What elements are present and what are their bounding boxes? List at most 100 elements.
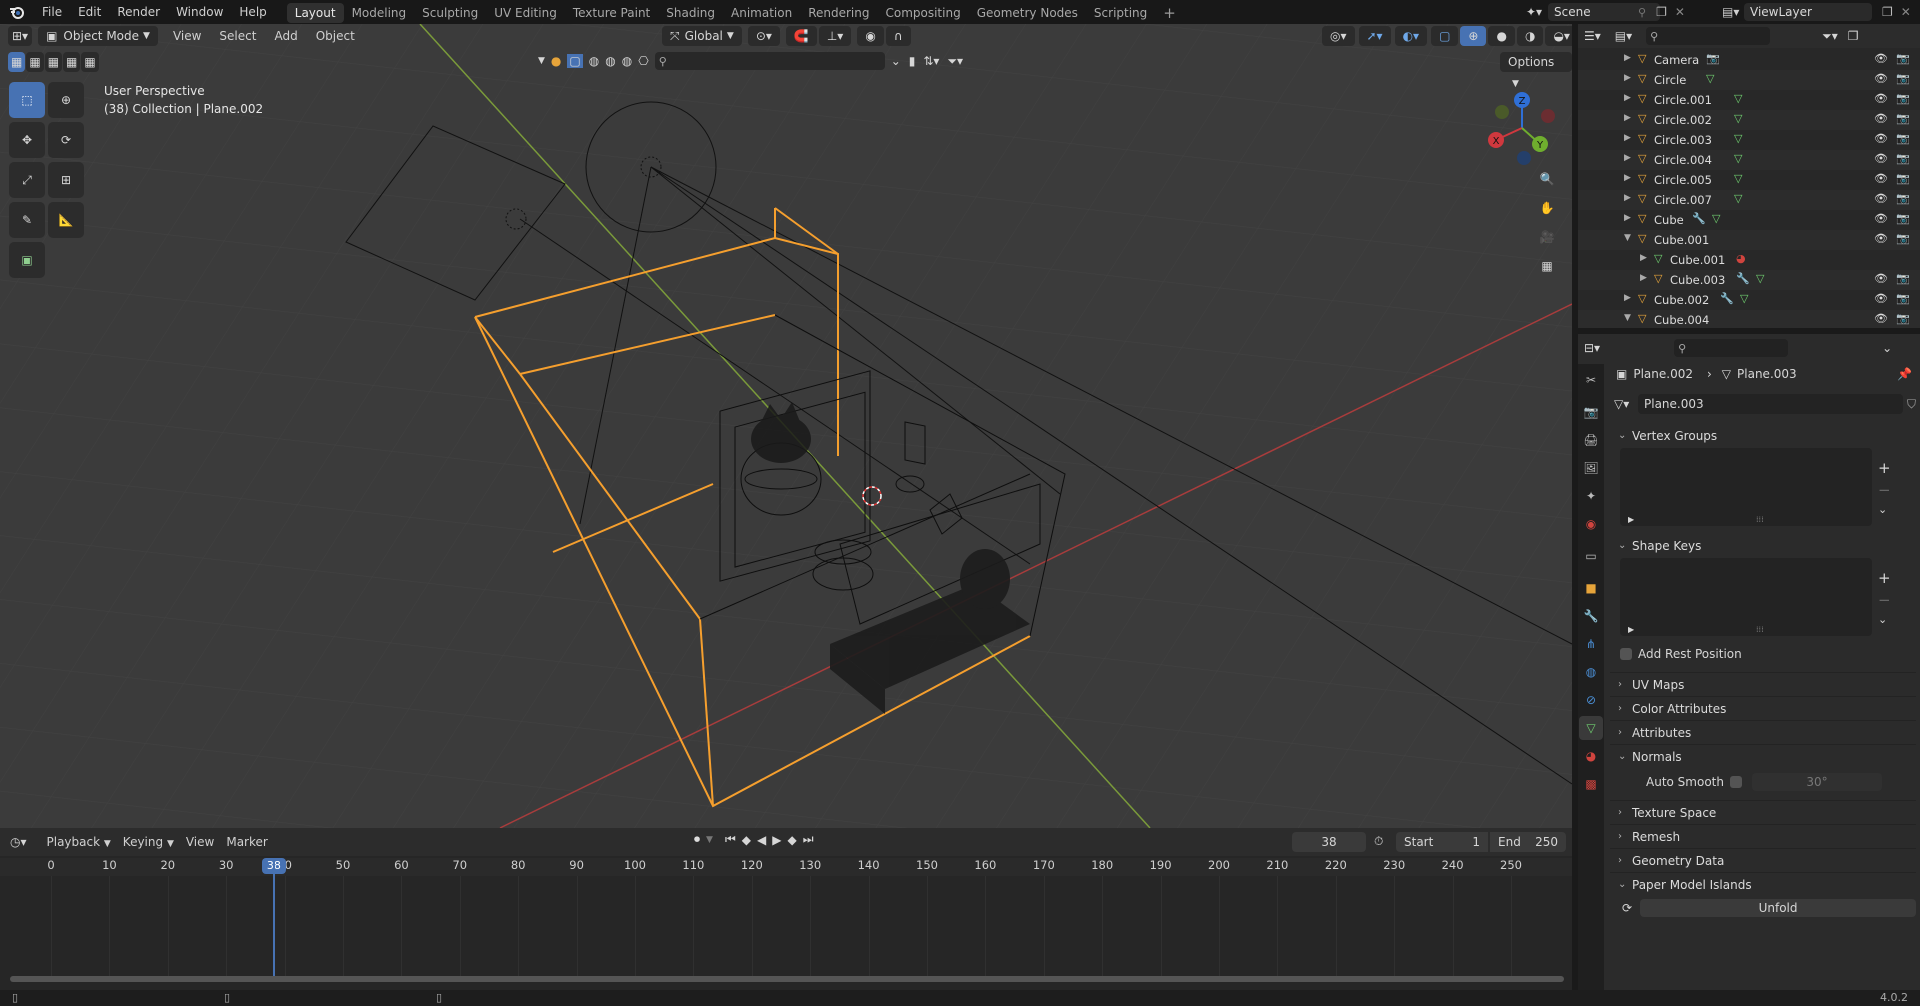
tool-tab-icon[interactable]: ✂ xyxy=(1579,368,1603,392)
options-chevron-icon[interactable]: ⌄ xyxy=(1882,341,1892,355)
scene-tab-icon[interactable]: ✦ xyxy=(1579,484,1603,508)
outliner-item[interactable]: ▶ ▽ Cube.003 🔧 ▽ 👁 📷 xyxy=(1578,270,1920,290)
select-subtract-icon[interactable]: ▦ xyxy=(44,52,63,72)
outliner-item[interactable]: ▶ ▽ Circle.001 ▽ 👁 📷 xyxy=(1578,90,1920,110)
end-frame-field[interactable]: End 250 xyxy=(1490,832,1566,852)
auto-smooth-angle-field[interactable]: 30° xyxy=(1752,773,1882,791)
camera-view-icon[interactable]: 🎥 xyxy=(1534,224,1560,250)
tab-shading[interactable]: Shading xyxy=(658,3,723,23)
shape-keys-panel-header[interactable]: ⌄ Shape Keys xyxy=(1610,534,1916,558)
outliner-item[interactable]: ▶ ▽ Circle.005 ▽ 👁 📷 xyxy=(1578,170,1920,190)
tab-animation[interactable]: Animation xyxy=(723,3,800,23)
zoom-icon[interactable]: 🔍 xyxy=(1534,166,1560,192)
editor-type-icon[interactable]: ◷▾ xyxy=(10,835,27,849)
mesh-data-icon[interactable]: ▽ xyxy=(1734,112,1742,125)
visibility-eye-icon[interactable]: 👁 xyxy=(1874,232,1888,245)
material-shading-icon[interactable]: ◑ xyxy=(1516,26,1544,46)
ortho-grid-icon[interactable]: ▦ xyxy=(1534,253,1560,279)
chevron-down-icon[interactable]: ▼ xyxy=(538,56,545,66)
visibility-eye-icon[interactable]: 👁 xyxy=(1874,132,1888,145)
output-tab-icon[interactable]: 🖨 xyxy=(1579,428,1603,452)
collapsed-arrow-icon[interactable]: ▶ xyxy=(1624,53,1631,63)
render-camera-icon[interactable]: 📷 xyxy=(1896,92,1910,105)
render-camera-icon[interactable]: 📷 xyxy=(1896,192,1910,205)
particles-tab-icon[interactable]: ⋔ xyxy=(1579,632,1603,656)
mesh-browse-icon[interactable]: ▽▾ xyxy=(1614,397,1638,411)
options-dropdown[interactable]: Options ▼ xyxy=(1500,52,1572,89)
visibility-eye-icon[interactable]: 👁 xyxy=(1874,92,1888,105)
render-camera-icon[interactable]: 📷 xyxy=(1896,152,1910,165)
play-reverse-icon[interactable]: ◀ xyxy=(757,833,766,847)
visibility-eye-icon[interactable]: 👁 xyxy=(1874,52,1888,65)
menu-file[interactable]: File xyxy=(34,0,70,24)
jump-start-icon[interactable]: ⏮ xyxy=(725,832,736,847)
vertex-group-specials-icon[interactable]: ⌄ xyxy=(1878,503,1891,516)
display-mode-icon[interactable]: ▤▾ xyxy=(1615,29,1632,43)
view-layer-tab-icon[interactable]: 🖼 xyxy=(1579,456,1603,480)
unfold-button[interactable]: Unfold xyxy=(1640,899,1916,917)
annotate-tool[interactable]: ✎ xyxy=(9,202,45,238)
outliner-item[interactable]: ▶ ▽ Circle.002 ▽ 👁 📷 xyxy=(1578,110,1920,130)
outliner-item[interactable]: ▶ ▽ Camera 📷 👁 📷 xyxy=(1578,50,1920,70)
add-workspace-icon[interactable]: + xyxy=(1155,3,1184,23)
mesh-data-icon[interactable]: ▽ xyxy=(1734,92,1742,105)
shape-key-specials-icon[interactable]: ⌄ xyxy=(1878,613,1891,626)
outliner-item[interactable]: ▶ ▽ Cube 🔧 ▽ 👁 📷 xyxy=(1578,210,1920,230)
collapsed-arrow-icon[interactable]: ▶ xyxy=(1624,293,1631,303)
constraints-tab-icon[interactable]: ⊘ xyxy=(1579,688,1603,712)
measure-tool[interactable]: 📐 xyxy=(48,202,84,238)
blender-logo-icon[interactable] xyxy=(0,0,34,24)
material-icon[interactable]: ◕ xyxy=(1736,252,1746,265)
3d-viewport[interactable]: ⊞▾ ▣ Object Mode ▼ View Select Add Objec… xyxy=(0,24,1572,828)
scale-tool[interactable]: ⤢ xyxy=(9,162,45,198)
overlay-toggle-icon[interactable]: ◐▾ xyxy=(1394,26,1428,46)
wireframe-shading-icon[interactable]: ⊕ xyxy=(1460,26,1487,46)
pin-icon[interactable]: 📌 xyxy=(1897,367,1912,381)
outliner-search-field[interactable]: ⚲ xyxy=(1646,27,1771,45)
geometry-data-panel-header[interactable]: › Geometry Data xyxy=(1610,848,1916,872)
keying-menu[interactable]: Keying ▼ xyxy=(117,832,180,852)
select-invert-icon[interactable]: ▦ xyxy=(81,52,99,72)
pin-scene-icon[interactable]: ⚲ xyxy=(1638,6,1646,19)
rendered-shading-icon[interactable]: ◒▾ xyxy=(1545,26,1572,46)
refresh-icon[interactable]: ⟳ xyxy=(1622,901,1632,915)
snap-target-icon[interactable]: ⊥▾ xyxy=(818,26,852,46)
expand-triangle-icon[interactable]: ▶ xyxy=(1628,625,1634,634)
tab-geometry-nodes[interactable]: Geometry Nodes xyxy=(969,3,1086,23)
cursor-tool[interactable]: ⊕ xyxy=(48,82,84,118)
outliner-item[interactable]: ▼ ▽ Cube.001 👁 📷 xyxy=(1578,230,1920,250)
render-camera-icon[interactable]: 📷 xyxy=(1896,72,1910,85)
marker-menu[interactable]: Marker xyxy=(220,832,273,852)
transform-tool[interactable]: ⊞ xyxy=(48,162,84,198)
collapsed-arrow-icon[interactable]: ▶ xyxy=(1640,253,1647,263)
outliner-item[interactable]: ▶ ▽ Circle.004 ▽ 👁 📷 xyxy=(1578,150,1920,170)
camera-data-icon[interactable]: 📷 xyxy=(1706,52,1720,65)
menu-window[interactable]: Window xyxy=(168,0,231,24)
stopwatch-icon[interactable]: ⏱ xyxy=(1374,834,1383,849)
render-camera-icon[interactable]: 📷 xyxy=(1896,52,1910,65)
add-cube-tool[interactable]: ▣ xyxy=(9,242,45,278)
normals-panel-header[interactable]: ⌄ Normals xyxy=(1610,744,1916,768)
collapsed-arrow-icon[interactable]: ▶ xyxy=(1624,133,1631,143)
render-tab-icon[interactable]: 📷 xyxy=(1579,400,1603,424)
visibility-eye-icon[interactable]: 👁 xyxy=(1874,112,1888,125)
filter-icon-4[interactable]: ⎔ xyxy=(638,54,648,68)
collapsed-arrow-icon[interactable]: ▶ xyxy=(1624,213,1631,223)
view-layer-selector[interactable]: ▤▾ ViewLayer ❐ ✕ xyxy=(1722,3,1911,21)
uv-maps-panel-header[interactable]: › UV Maps xyxy=(1610,672,1916,696)
filter-funnel-icon[interactable]: ⏷▾ xyxy=(1822,29,1838,44)
current-frame-field[interactable]: 38 xyxy=(1292,832,1366,852)
object-tab-icon[interactable]: ■ xyxy=(1579,576,1603,600)
delete-view-layer-icon[interactable]: ✕ xyxy=(1901,5,1911,19)
color-attributes-panel-header[interactable]: › Color Attributes xyxy=(1610,696,1916,720)
collapsed-arrow-icon[interactable]: ▶ xyxy=(1624,113,1631,123)
collection-tab-icon[interactable]: ▭ xyxy=(1579,544,1603,568)
tab-layout[interactable]: Layout xyxy=(286,3,344,23)
jump-end-icon[interactable]: ⏭ xyxy=(803,832,814,847)
modifier-icon[interactable]: 🔧 xyxy=(1720,292,1734,305)
timeline-body[interactable] xyxy=(0,858,1572,986)
paper-model-islands-panel-header[interactable]: ⌄ Paper Model Islands xyxy=(1610,872,1916,896)
record-icon[interactable]: ⏺ xyxy=(694,832,700,847)
gizmo-toggle-icon[interactable]: ➚▾ xyxy=(1358,26,1391,46)
resize-grip-icon[interactable]: ⁞⁞⁞ xyxy=(1756,515,1764,524)
